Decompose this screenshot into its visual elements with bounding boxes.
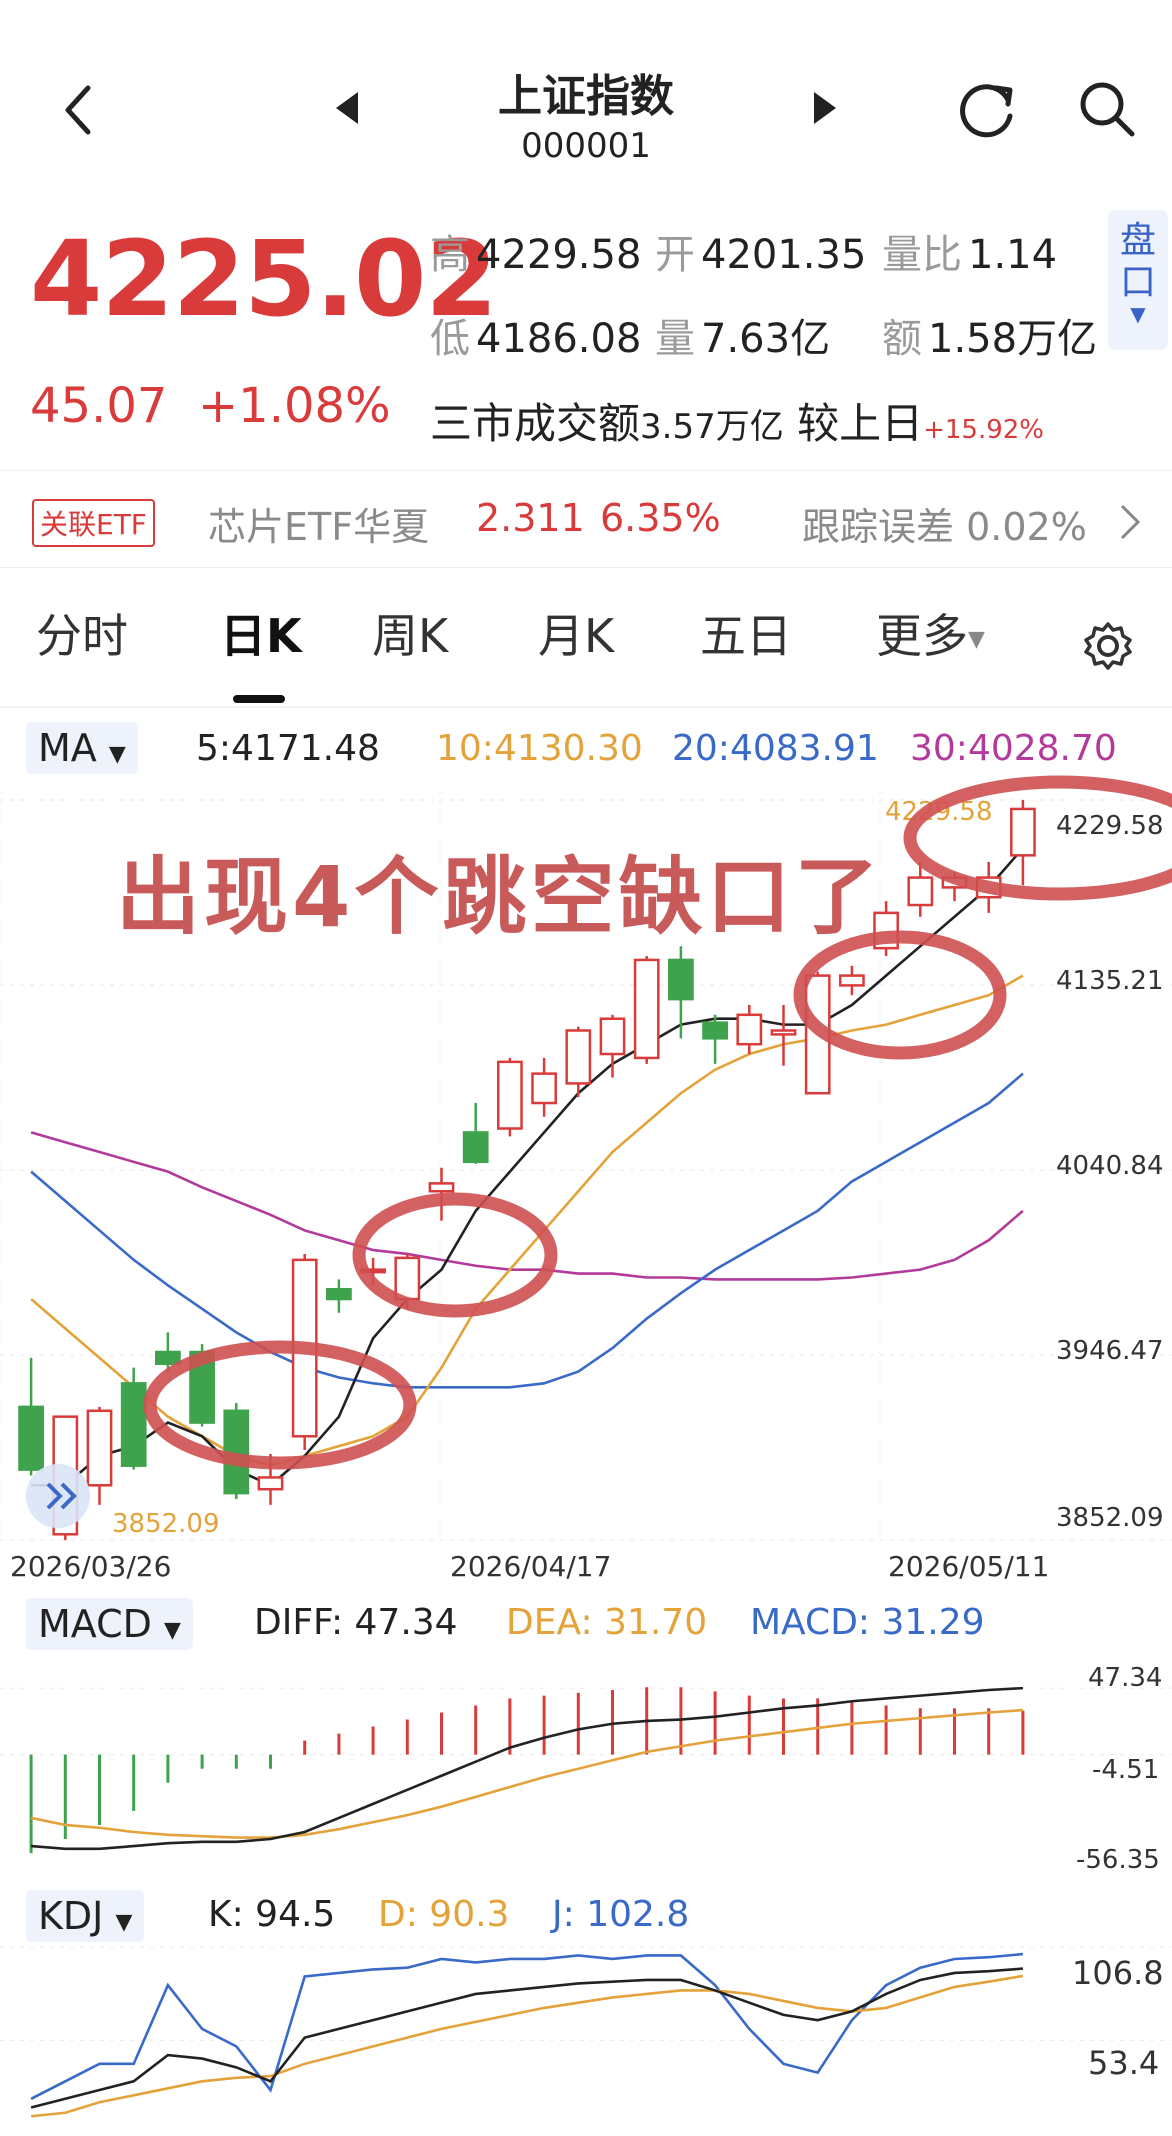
y-axis-label: 4229.58 bbox=[1056, 811, 1164, 841]
candle bbox=[531, 1072, 557, 1105]
candle bbox=[599, 1017, 626, 1056]
y-axis-label: 3852.09 bbox=[1056, 1503, 1164, 1533]
candle bbox=[462, 1131, 489, 1164]
candle bbox=[86, 1409, 113, 1487]
diff-line bbox=[30, 1686, 1023, 1851]
candle bbox=[702, 1021, 728, 1040]
kdj-y-label: 53.4 bbox=[1088, 2044, 1159, 2082]
y-axis-label: 3946.47 bbox=[1056, 1336, 1164, 1366]
candle bbox=[633, 958, 660, 1060]
candle bbox=[565, 1029, 592, 1085]
macd-y-label: -4.51 bbox=[1092, 1755, 1159, 1785]
candle bbox=[257, 1476, 284, 1491]
x-axis-label: 2026/04/17 bbox=[450, 1550, 611, 1583]
stock-charts[interactable]: 4229.584135.214040.843946.473852.094229.… bbox=[0, 0, 1172, 2136]
macd-y-label: -56.35 bbox=[1076, 1845, 1160, 1875]
candle bbox=[770, 1029, 797, 1036]
annotation-text: 出现4个跳空缺口了 bbox=[116, 848, 883, 946]
candle bbox=[18, 1405, 44, 1471]
candle bbox=[907, 876, 934, 907]
candle bbox=[428, 1182, 455, 1193]
candle bbox=[736, 1013, 763, 1046]
candle bbox=[497, 1060, 523, 1130]
kdj-y-label: 106.8 bbox=[1072, 1954, 1164, 1992]
ma20-line bbox=[30, 1072, 1024, 1389]
x-axis-label: 2026/05/11 bbox=[888, 1550, 1049, 1583]
kdj-j-line bbox=[30, 1952, 1024, 2100]
gap-circle-annotation bbox=[143, 1340, 417, 1470]
candle bbox=[394, 1256, 421, 1301]
y-axis-label: 4135.21 bbox=[1056, 966, 1164, 996]
ma30-line bbox=[30, 1131, 1024, 1281]
candle bbox=[326, 1288, 352, 1301]
macd-y-label: 47.34 bbox=[1088, 1663, 1162, 1693]
candle bbox=[1010, 807, 1036, 857]
candle bbox=[155, 1350, 181, 1365]
dea-line bbox=[30, 1708, 1023, 1839]
y-axis-label: 4040.84 bbox=[1056, 1151, 1164, 1181]
candle bbox=[668, 958, 694, 1001]
candle bbox=[839, 974, 865, 987]
min-price-marker: 3852.09 bbox=[112, 1509, 220, 1539]
candle bbox=[120, 1382, 147, 1467]
x-axis-label: 2026/03/26 bbox=[10, 1550, 171, 1583]
